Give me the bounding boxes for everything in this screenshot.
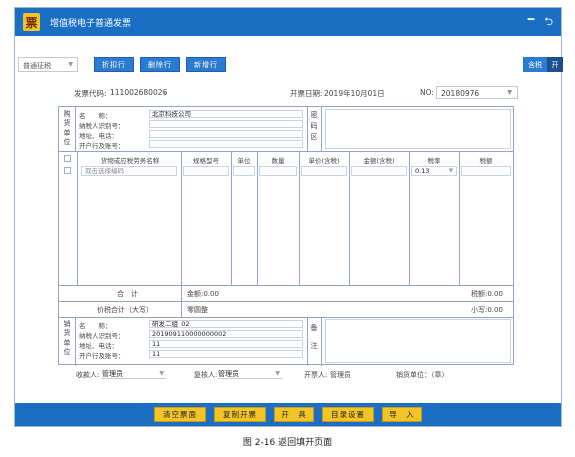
- total-words-label: 价税合计（大写）: [97, 306, 153, 314]
- col-rate-header: 税率: [427, 157, 441, 165]
- discount-row-button[interactable]: 折扣行: [94, 57, 134, 72]
- back-icon[interactable]: ⮌: [544, 13, 553, 32]
- buyer-name-input[interactable]: 北京科技公司: [149, 110, 303, 118]
- col-price-header: 单价(含税): [308, 157, 340, 165]
- toggle-on-label: 开: [547, 57, 563, 72]
- issue-date-value: 2019年10月01日: [324, 89, 385, 98]
- seller-name-input[interactable]: 研发二组_02: [149, 320, 303, 328]
- action-bar: 清空票面 复制开票 开 具 目录设置 导 入: [15, 403, 561, 426]
- invoice-meta: 发票代码: 111002680026 ▼ 开票日期: 2019年10月01日 N…: [58, 86, 518, 102]
- chevron-down-icon: ▼: [275, 370, 280, 377]
- cipher-area-label: 密码区: [310, 111, 318, 141]
- buyer-taxid-input[interactable]: [149, 120, 303, 128]
- tax-included-toggle[interactable]: 含税 开: [523, 57, 563, 72]
- copy-invoice-button[interactable]: 复制开票: [214, 407, 266, 422]
- invoice-no-label: NO:: [420, 88, 434, 97]
- persons-row: 收款人: 管理员 ▼ 复核人: 管理员 ▼ 开票人: 管理员 销货单位：（章）: [58, 370, 515, 382]
- title-bar: 票 增值税电子普通发票 ━ ⮌: [15, 8, 561, 36]
- payee-label: 收款人:: [76, 371, 100, 379]
- reviewer-label: 复核人:: [194, 371, 218, 379]
- buyer-side-label: 购货单位: [63, 110, 71, 146]
- invoice-code-value: 111002680026: [110, 88, 168, 97]
- toolbar: 普通征税 ▼ 折扣行 删除行 新增行 含税 开: [18, 57, 563, 75]
- item-spec-input[interactable]: [183, 166, 229, 176]
- chevron-down-icon: ▼: [507, 89, 512, 96]
- total-words-value: 零圆整: [187, 306, 208, 314]
- item-amount-input[interactable]: [351, 166, 407, 176]
- buyer-name-label: 名 称：: [79, 112, 112, 120]
- clear-form-button[interactable]: 清空票面: [154, 407, 206, 422]
- sum-amount: 金额:0.00: [187, 290, 219, 298]
- tax-included-label: 含税: [523, 57, 547, 72]
- item-name-input[interactable]: 双击选择编码: [81, 166, 177, 176]
- col-tax-header: 税额: [479, 157, 493, 165]
- select-all-checkbox[interactable]: [64, 155, 71, 162]
- item-unit-input[interactable]: [233, 166, 255, 176]
- row-checkbox[interactable]: [64, 167, 71, 174]
- seller-address-label: 地址、电话：: [79, 342, 118, 350]
- item-tax-input[interactable]: [461, 166, 511, 176]
- remark-input[interactable]: [325, 319, 511, 363]
- buyer-bank-input[interactable]: [149, 140, 303, 148]
- invoice-code-label: 发票代码:: [74, 89, 107, 98]
- import-button[interactable]: 导 入: [382, 407, 422, 422]
- seller-taxid-input[interactable]: 201909110000000002: [149, 330, 303, 338]
- invoice-type-select[interactable]: 普通征税 ▼: [18, 57, 78, 72]
- buyer-taxid-label: 纳税人识别号：: [79, 122, 125, 130]
- col-name-header: 货物或应税劳务名称: [100, 157, 160, 165]
- invoice-no-select[interactable]: 20180976 ▼: [436, 86, 518, 99]
- drawer-value: 管理员: [330, 371, 351, 379]
- window-title: 增值税电子普通发票: [50, 18, 132, 29]
- item-qty-input[interactable]: [259, 166, 297, 176]
- col-amount-header: 金额(含税): [363, 157, 395, 165]
- code-chevron-icon[interactable]: ▼: [162, 90, 167, 97]
- item-rate-select[interactable]: 0.13 ▼: [411, 166, 457, 176]
- chevron-down-icon: ▼: [159, 370, 164, 377]
- minimize-icon[interactable]: ━: [528, 13, 535, 32]
- seller-side-label: 销货单位: [63, 320, 71, 356]
- total-small-value: 小写:0.00: [471, 306, 503, 314]
- invoice-logo-icon: 票: [23, 13, 40, 31]
- delete-row-button[interactable]: 删除行: [140, 57, 180, 72]
- issue-button[interactable]: 开 具: [274, 407, 314, 422]
- reviewer-select[interactable]: 管理员 ▼: [218, 369, 282, 379]
- seller-address-input[interactable]: 11: [149, 340, 303, 348]
- add-row-button[interactable]: 新增行: [186, 57, 226, 72]
- sum-label: 合 计: [117, 290, 138, 298]
- issue-date-label: 开票日期:: [290, 89, 323, 98]
- sum-tax: 税额:0.00: [471, 290, 503, 298]
- remark-label: 备注: [310, 324, 318, 350]
- seller-bank-label: 开户行及账号：: [79, 352, 125, 360]
- buyer-address-label: 地址、电话：: [79, 132, 118, 140]
- seller-bank-input[interactable]: 11: [149, 350, 303, 358]
- buyer-bank-label: 开户行及账号：: [79, 142, 125, 150]
- invoice-form: 购货单位 名 称： 北京科技公司 纳税人识别号： 地址、电话： 开户行及账号： …: [58, 106, 514, 366]
- figure-caption: 图 2-16 返回填开页面: [242, 438, 333, 448]
- drawer-label: 开票人:: [304, 371, 328, 379]
- col-unit-header: 单位: [237, 157, 251, 165]
- buyer-address-input[interactable]: [149, 130, 303, 138]
- seller-name-label: 名 称：: [79, 322, 112, 330]
- seller-seal-label: 销货单位：（章）: [396, 371, 449, 379]
- col-qty-header: 数量: [271, 157, 285, 165]
- chevron-down-icon: ▼: [68, 61, 73, 68]
- catalog-settings-button[interactable]: 目录设置: [322, 407, 374, 422]
- payee-select[interactable]: 管理员 ▼: [102, 369, 166, 379]
- seller-taxid-label: 纳税人识别号：: [79, 332, 125, 340]
- chevron-down-icon: ▼: [448, 168, 453, 174]
- col-spec-header: 规格型号: [193, 157, 219, 165]
- cipher-area: [325, 109, 511, 149]
- item-price-input[interactable]: [301, 166, 347, 176]
